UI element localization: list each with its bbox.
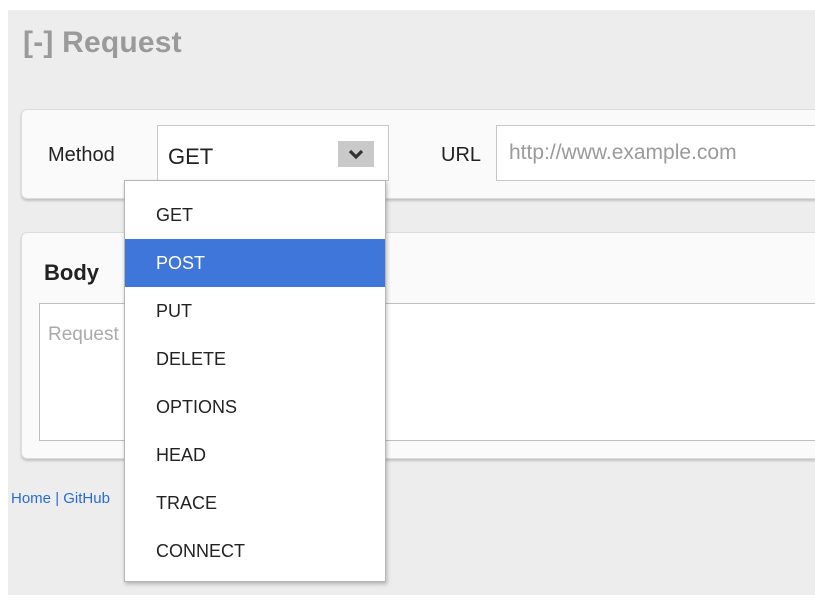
chevron-down-icon[interactable]: [338, 141, 374, 167]
footer-separator: |: [55, 490, 60, 507]
method-option-delete[interactable]: DELETE: [125, 335, 385, 383]
method-option-get[interactable]: GET: [125, 191, 385, 239]
footer-links: Home | GitHub: [11, 490, 110, 507]
method-select-value: GET: [168, 144, 214, 169]
method-label: Method: [48, 144, 115, 166]
method-select[interactable]: GET: [157, 125, 389, 181]
method-option-connect[interactable]: CONNECT: [125, 527, 385, 575]
home-link[interactable]: Home: [11, 490, 51, 507]
chevron-down-icon-shape: [348, 149, 364, 160]
method-option-put[interactable]: PUT: [125, 287, 385, 335]
body-title: Body: [44, 260, 99, 285]
url-input[interactable]: [496, 125, 815, 181]
method-option-head[interactable]: HEAD: [125, 431, 385, 479]
url-label: URL: [441, 144, 482, 166]
method-option-options[interactable]: OPTIONS: [125, 383, 385, 431]
request-section-toggle[interactable]: [-] Request: [23, 26, 182, 60]
github-link[interactable]: GitHub: [63, 490, 110, 507]
method-dropdown-list: GET POST PUT DELETE OPTIONS HEAD TRACE CONNECT: [124, 180, 386, 582]
method-option-post[interactable]: POST: [125, 239, 385, 287]
method-option-trace[interactable]: TRACE: [125, 479, 385, 527]
